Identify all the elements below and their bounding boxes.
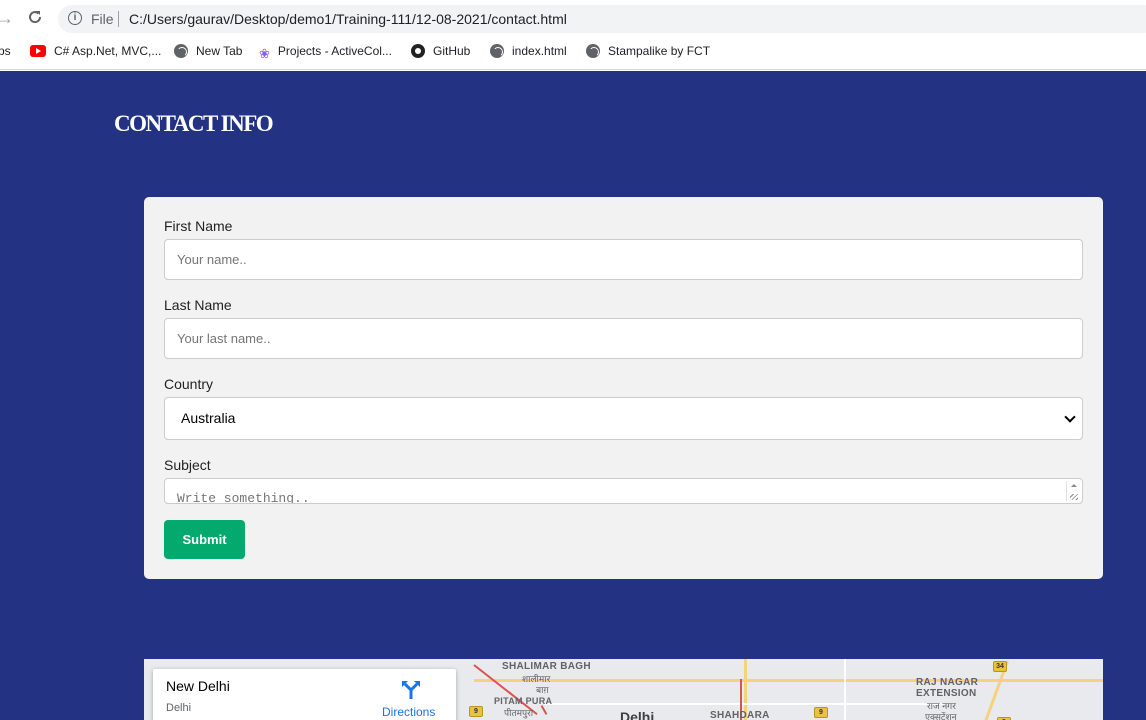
map-road (844, 659, 846, 720)
subject-textarea[interactable]: Write something.. (164, 478, 1083, 504)
url-scheme: File (91, 11, 114, 27)
place-name: New Delhi (166, 678, 230, 694)
subject-label: Subject (164, 457, 211, 473)
map-road (544, 703, 944, 705)
last-name-input[interactable]: Your last name.. (164, 318, 1083, 359)
bookmark-stampalike[interactable]: Stampalike by FCT (586, 44, 710, 64)
map-label: बाग़ (536, 685, 549, 695)
map-road (474, 679, 1103, 682)
contact-form: First Name Your name.. Last Name Your la… (144, 197, 1103, 579)
subject-placeholder: Write something.. (177, 491, 310, 504)
globe-icon (490, 44, 504, 58)
bookmark-apps[interactable]: ps (0, 44, 11, 64)
last-name-label: Last Name (164, 297, 232, 313)
first-name-input[interactable]: Your name.. (164, 239, 1083, 280)
address-bar: → i File C:/Users/gaurav/Desktop/demo1/T… (0, 0, 1146, 38)
place-subtitle: Delhi (166, 702, 192, 714)
bookmark-label: ps (0, 44, 11, 58)
first-name-label: First Name (164, 218, 233, 234)
bookmark-label: Stampalike by FCT (608, 44, 711, 58)
route-shield: 9 (469, 706, 483, 717)
reload-icon[interactable] (26, 8, 44, 26)
bookmark-projects[interactable]: ❀ Projects - ActiveCol... (259, 44, 392, 64)
country-label: Country (164, 376, 214, 392)
bookmark-new-tab[interactable]: New Tab (174, 44, 242, 64)
map-label: PITAM PURA (494, 696, 553, 706)
globe-icon (586, 44, 600, 58)
map-label: RAJ NAGAR (916, 677, 979, 688)
bookmark-index[interactable]: index.html (490, 44, 567, 64)
map-label: SHALIMAR BAGH (502, 661, 591, 672)
bookmark-github[interactable]: GitHub (411, 44, 470, 64)
chevron-down-icon (1064, 411, 1076, 423)
bookmark-label: GitHub (433, 44, 471, 58)
country-select[interactable]: Australia (164, 397, 1083, 440)
metro-line (540, 705, 548, 715)
map-place-card: New Delhi Delhi Directions (153, 669, 456, 720)
youtube-icon (30, 45, 46, 57)
route-shield: 9 (814, 707, 828, 718)
back-arrow-icon[interactable]: → (0, 8, 14, 29)
globe-icon (174, 44, 188, 58)
map-label: SHAHDARA (710, 710, 770, 720)
activecollab-icon: ❀ (259, 46, 270, 61)
bookmark-csharp[interactable]: C# Asp.Net, MVC,... (30, 44, 161, 64)
url-text[interactable]: C:/Users/gaurav/Desktop/demo1/Training-1… (129, 11, 567, 27)
resize-handle-icon[interactable] (1066, 481, 1080, 501)
bookmark-label: New Tab (196, 44, 243, 58)
url-separator (118, 11, 119, 27)
bookmark-label: index.html (512, 44, 567, 58)
info-icon[interactable]: i (68, 11, 82, 25)
bookmark-label: Projects - ActiveCol... (277, 44, 392, 58)
bookmarks-bar: ps C# Asp.Net, MVC,... New Tab ❀ Projects… (0, 38, 1146, 70)
directions-link[interactable]: Directions (382, 705, 435, 719)
map-embed[interactable]: SHALIMAR BAGH शालीमार बाग़ PITAM PURA पी… (144, 659, 1103, 720)
map-label: एक्सटेंशन (925, 712, 957, 720)
map-city-label: Delhi (620, 709, 655, 720)
country-selected-value: Australia (181, 410, 236, 426)
route-shield: 34 (993, 661, 1007, 672)
bookmark-label: C# Asp.Net, MVC,... (54, 44, 162, 58)
submit-button[interactable]: Submit (164, 520, 245, 559)
page-body: CONTACT INFO First Name Your name.. Last… (0, 71, 1146, 720)
map-label: पीतमपुरा (504, 708, 534, 718)
map-label: EXTENSION (916, 688, 977, 699)
directions-icon[interactable] (401, 680, 421, 700)
github-icon (411, 44, 425, 58)
page-title: CONTACT INFO (114, 111, 274, 136)
